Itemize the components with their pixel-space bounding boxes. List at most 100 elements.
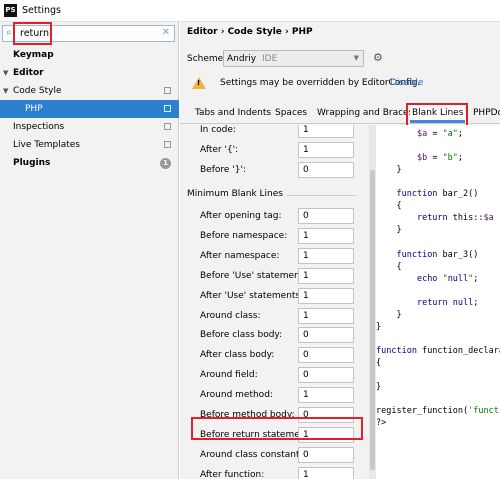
code-line: function bar_3()	[396, 249, 479, 260]
tab-tabs-and-indents[interactable]: Tabs and Indents	[195, 108, 271, 118]
section-title: Minimum Blank Lines	[187, 189, 287, 199]
search-highlight-box	[13, 22, 52, 45]
minimum-blank-lines-section: Minimum Blank Lines	[187, 189, 357, 201]
sidebar-item-live-templates[interactable]: Live Templates	[0, 136, 179, 154]
sidebar-item-label: PHP	[25, 104, 43, 114]
option-value-input[interactable]: 1	[298, 267, 354, 284]
settings-sidebar: ⌕ return ✕ Keymap ▼ Editor ▼ Code Style PHP In…	[0, 22, 179, 479]
disable-link[interactable]: Disable	[390, 78, 423, 88]
sidebar-item-plugins[interactable]: Plugins 1	[0, 154, 179, 172]
option-label: After '{':	[200, 145, 239, 155]
option-value-input[interactable]: 1	[298, 247, 354, 264]
option-value-input[interactable]: 1	[298, 466, 354, 479]
project-settings-icon	[164, 87, 171, 94]
option-row: Around class: 1	[180, 307, 368, 326]
tab-wrapping-and-braces[interactable]: Wrapping and Braces	[317, 108, 413, 118]
option-row: Around field: 0	[180, 366, 368, 385]
code-line: return this::$a .	[416, 213, 500, 224]
code-line: $a = "a";	[416, 129, 464, 139]
option-label: Around class:	[200, 310, 261, 321]
option-label: Before '}':	[200, 165, 246, 175]
code-line: }	[376, 225, 402, 236]
option-value-input[interactable]: 1	[298, 387, 354, 404]
option-label: Around class constants:	[200, 449, 308, 460]
code-line: ?>	[376, 418, 387, 429]
option-label: Before class body:	[200, 330, 283, 341]
option-value-input[interactable]: 1	[298, 287, 354, 304]
option-value-input[interactable]: 0	[298, 327, 354, 344]
option-value-input[interactable]: 1	[298, 142, 354, 158]
scheme-select[interactable]: Andriy IDE ▼	[223, 50, 364, 67]
option-row: Before class body: 0	[180, 326, 368, 345]
option-row: After namespace: 1	[180, 247, 368, 266]
option-value-input[interactable]: 0	[298, 347, 354, 364]
option-label: After namespace:	[200, 250, 280, 261]
sidebar-item-label: Live Templates	[13, 140, 80, 150]
options-scrollbar[interactable]	[369, 125, 376, 479]
scheme-suffix: IDE	[262, 54, 278, 64]
project-settings-icon	[164, 123, 171, 130]
sidebar-item-keymap[interactable]: Keymap	[0, 46, 179, 64]
app-icon: PS	[4, 4, 17, 17]
code-preview: $a = "a"; $b = "b"; } function bar_2() {…	[376, 125, 500, 479]
code-line: function bar_2()	[396, 189, 479, 200]
sidebar-item-label: Code Style	[13, 86, 62, 96]
option-row: After class body: 0	[180, 346, 368, 365]
window-title: Settings	[22, 5, 61, 16]
option-row: Around class constants: 0	[180, 446, 368, 465]
tab-phpdoc[interactable]: PHPDoc	[473, 108, 500, 118]
sidebar-item-label: Plugins	[13, 158, 51, 168]
option-label: After class body:	[200, 350, 275, 361]
scheme-name: Andriy	[227, 54, 257, 64]
tab-spaces[interactable]: Spaces	[275, 108, 307, 118]
option-label: Before 'Use' statements:	[200, 270, 311, 281]
option-label: Around method:	[200, 390, 273, 401]
sidebar-item-inspections[interactable]: Inspections	[0, 118, 179, 136]
option-value-input[interactable]: 1	[298, 307, 354, 324]
option-value-input[interactable]: 1	[298, 227, 354, 244]
scheme-label: Scheme:	[187, 54, 227, 64]
breadcrumb: Editor › Code Style › PHP	[187, 27, 313, 37]
code-line: {	[376, 261, 402, 272]
option-value-input[interactable]: 0	[298, 208, 354, 224]
option-label: After opening tag:	[200, 211, 282, 221]
code-line: }	[376, 165, 402, 176]
code-line: }	[376, 321, 382, 332]
sidebar-item-editor[interactable]: ▼ Editor	[0, 64, 179, 82]
sidebar-item-label: Keymap	[13, 50, 54, 60]
option-row: Before '}': 0	[180, 161, 368, 180]
project-settings-icon	[164, 141, 171, 148]
sidebar-item-php[interactable]: PHP	[0, 100, 179, 118]
code-line: return null;	[416, 297, 479, 308]
option-row: Around method: 1	[180, 386, 368, 405]
code-line: function function_declara	[376, 345, 500, 356]
option-value-input[interactable]: 0	[298, 446, 354, 463]
editorconfig-warning: ! Settings may be overridden by EditorCo…	[180, 74, 500, 94]
sidebar-item-label: Inspections	[13, 122, 65, 132]
return-option-highlight-box	[191, 417, 363, 440]
option-row: Before namespace: 1	[180, 227, 368, 246]
option-row: After opening tag: 0	[180, 207, 368, 226]
code-line: {	[376, 201, 402, 212]
option-value-input[interactable]: 0	[298, 162, 354, 178]
option-row: Before 'Use' statements: 1	[180, 267, 368, 286]
gear-icon[interactable]: ⚙	[373, 51, 383, 64]
option-value-input[interactable]: 0	[298, 367, 354, 384]
sidebar-item-code-style[interactable]: ▼ Code Style	[0, 82, 179, 100]
project-settings-icon	[164, 105, 171, 112]
warning-icon: !	[192, 77, 206, 89]
expand-arrow-icon[interactable]: ▼	[3, 82, 8, 100]
search-icon: ⌕	[6, 27, 12, 38]
code-line: $b = "b";	[416, 153, 464, 164]
option-label: Before namespace:	[200, 230, 288, 241]
code-line: register_function('functi	[376, 406, 500, 417]
option-label: After function:	[200, 469, 265, 479]
clear-search-icon[interactable]: ✕	[162, 27, 170, 38]
option-label: After 'Use' statements:	[200, 290, 304, 301]
settings-content: Editor › Code Style › PHP Scheme: Andriy…	[180, 22, 500, 479]
code-line: }	[376, 309, 402, 320]
option-value-input[interactable]: 1	[298, 125, 354, 138]
expand-arrow-icon[interactable]: ▼	[3, 64, 8, 82]
sidebar-item-label: Editor	[13, 68, 44, 78]
option-row: After 'Use' statements: 1	[180, 287, 368, 306]
